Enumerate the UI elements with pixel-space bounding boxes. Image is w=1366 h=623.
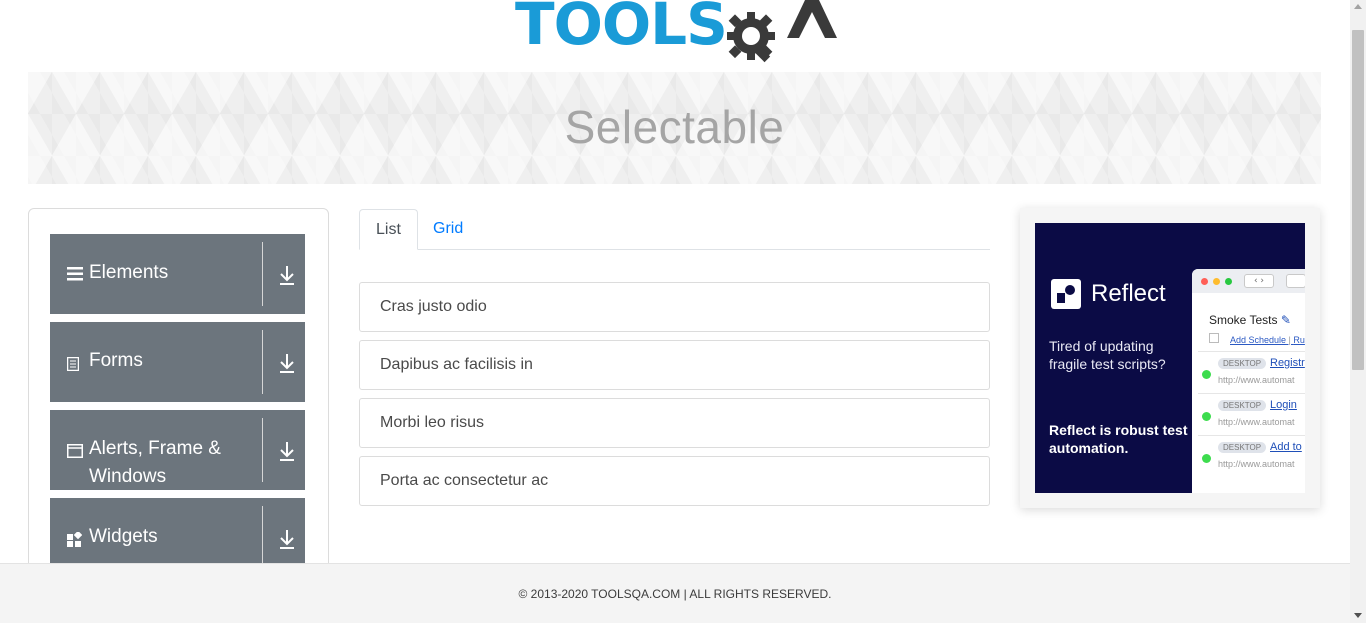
scroll-down-arrow-icon[interactable] [1354, 613, 1362, 618]
sidebar-toggle-icon [1286, 274, 1305, 288]
tab-list[interactable]: List [359, 209, 418, 250]
document-icon [67, 357, 79, 371]
selectable-list: Cras justo odio Dapibus ac facilisis in … [359, 282, 990, 514]
ad-tagline: Tired of updating fragile test scripts? [1049, 338, 1166, 372]
sidebar-group-label: Alerts, Frame & Windows [89, 438, 221, 487]
logo-letter-a [787, 0, 837, 38]
scroll-up-arrow-icon[interactable] [1354, 4, 1362, 9]
ad-banner[interactable]: Reflect Tired of updating fragile test s… [1035, 223, 1305, 493]
sidebar-group-label: Elements [89, 262, 169, 283]
sidebar: Elements Forms Alerts, Frame & Windows W… [28, 208, 329, 588]
mock-badge: DESKTOP [1218, 400, 1267, 411]
sidebar-group-alerts[interactable]: Alerts, Frame & Windows [50, 410, 305, 490]
list-item[interactable]: Cras justo odio [359, 282, 990, 332]
mock-badge: DESKTOP [1218, 442, 1267, 453]
sidebar-group-forms[interactable]: Forms [50, 322, 305, 402]
mock-row: DESKTOP Login http://www.automat [1198, 393, 1305, 433]
gear-icon [727, 12, 775, 63]
scrollbar-thumb[interactable] [1352, 30, 1364, 370]
list-item[interactable]: Dapibus ac facilisis in [359, 340, 990, 390]
mock-window-bar: ‹ › [1192, 269, 1305, 293]
close-dot-icon [1201, 278, 1208, 285]
advertisement[interactable]: Reflect Tired of updating fragile test s… [1020, 208, 1320, 508]
tab-grid[interactable]: Grid [417, 209, 479, 250]
logo-text-tools: TOOLS [515, 0, 728, 58]
footer-copyright: © 2013-2020 TOOLSQA.COM | ALL RIGHTS RES… [518, 587, 832, 601]
maximize-dot-icon [1225, 278, 1232, 285]
sidebar-group-label: Forms [89, 350, 143, 371]
mock-url: http://www.automat [1218, 417, 1295, 427]
list-item[interactable]: Porta ac consectetur ac [359, 456, 990, 506]
minimize-dot-icon [1213, 278, 1220, 285]
divider [262, 242, 263, 306]
nav-arrows-icon: ‹ › [1244, 274, 1274, 288]
mock-link: Login [1270, 399, 1297, 411]
divider [262, 506, 263, 570]
tab-bar: List Grid [359, 209, 990, 250]
toolsqa-logo[interactable]: TOOLS [515, 0, 845, 63]
footer: © 2013-2020 TOOLSQA.COM | ALL RIGHTS RES… [0, 563, 1350, 623]
mock-link: Registr [1270, 357, 1305, 369]
mock-link: Add to [1270, 441, 1302, 453]
mock-title: Smoke Tests ✎ [1209, 313, 1291, 327]
ad-cta: Reflect is robust test automation. [1049, 422, 1188, 456]
download-arrow-icon[interactable] [278, 352, 296, 374]
sidebar-group-label: Widgets [89, 526, 158, 547]
download-arrow-icon[interactable] [278, 528, 296, 550]
status-dot-icon [1202, 454, 1211, 463]
mock-add-schedule: Add Schedule | Ru [1230, 335, 1305, 345]
download-arrow-icon[interactable] [278, 264, 296, 286]
status-dot-icon [1202, 370, 1211, 379]
mock-row: DESKTOP Add to http://www.automat [1198, 435, 1305, 475]
mock-url: http://www.automat [1218, 375, 1295, 385]
ad-brand-name: Reflect [1091, 280, 1166, 307]
download-arrow-icon[interactable] [278, 440, 296, 462]
mock-url: http://www.automat [1218, 459, 1295, 469]
ad-brand: Reflect [1051, 279, 1166, 309]
divider [262, 418, 263, 482]
status-dot-icon [1202, 412, 1211, 421]
mock-row: DESKTOP Registr http://www.automat [1198, 351, 1305, 391]
page-scrollbar[interactable] [1350, 0, 1366, 623]
page-title: Selectable [564, 101, 785, 153]
sidebar-group-elements[interactable]: Elements [50, 234, 305, 314]
menu-icon [67, 267, 83, 281]
list-item[interactable]: Morbi leo risus [359, 398, 990, 448]
mock-badge: DESKTOP [1218, 358, 1267, 369]
widgets-icon [67, 532, 82, 547]
reflect-logo-icon [1051, 279, 1081, 309]
divider [262, 330, 263, 394]
ad-app-mockup: ‹ › Smoke Tests ✎ Add Schedule | Ru DESK… [1192, 269, 1305, 493]
calendar-icon [1209, 333, 1219, 343]
page-banner: Selectable [28, 72, 1321, 184]
window-icon [67, 444, 83, 458]
